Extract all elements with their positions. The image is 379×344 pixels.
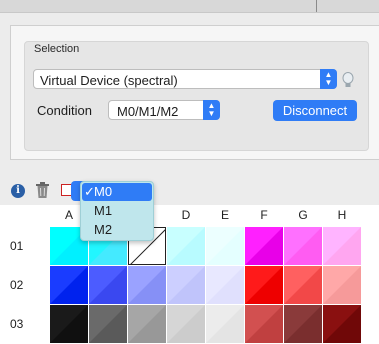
column-header: E <box>220 208 229 222</box>
stepper-icon: ▲ ▼ <box>203 100 220 120</box>
device-select[interactable]: Virtual Device (spectral) ▲ ▼ <box>33 69 337 89</box>
color-patch[interactable] <box>245 227 283 265</box>
color-patch[interactable] <box>284 266 322 304</box>
dropdown-item[interactable]: M2 <box>82 221 152 239</box>
color-patch[interactable] <box>89 305 127 343</box>
dropdown-item-label: M0 <box>94 184 113 199</box>
color-patch[interactable] <box>245 305 283 343</box>
color-patch[interactable] <box>206 305 244 343</box>
column-header: H <box>337 208 347 222</box>
condition-dropdown-menu: ✓ M0 M1 M2 <box>80 181 154 241</box>
dropdown-item[interactable]: ✓ M0 <box>82 183 152 201</box>
color-patch[interactable] <box>206 227 244 265</box>
color-patch[interactable] <box>167 266 205 304</box>
color-patch[interactable] <box>50 305 88 343</box>
row-header: 02 <box>10 278 24 292</box>
color-patch[interactable] <box>128 305 166 343</box>
stepper-icon: ▲ ▼ <box>320 69 337 89</box>
color-patch[interactable] <box>89 266 127 304</box>
column-header: D <box>181 208 191 222</box>
column-header: F <box>260 208 268 222</box>
divider <box>316 0 317 12</box>
dropdown-item[interactable]: M1 <box>82 202 152 220</box>
dropdown-item-label: M1 <box>94 203 113 218</box>
color-patch[interactable] <box>323 305 361 343</box>
bulb-icon[interactable] <box>342 72 354 88</box>
checkmark-icon: ✓ <box>84 184 95 199</box>
color-patch[interactable] <box>323 227 361 265</box>
color-patch[interactable] <box>284 305 322 343</box>
row-header: 03 <box>10 317 24 331</box>
trash-icon[interactable] <box>36 182 49 199</box>
color-patch[interactable] <box>245 266 283 304</box>
info-icon[interactable]: i <box>11 184 25 198</box>
condition-select-value: M0/M1/M2 <box>117 104 179 119</box>
selection-group-box <box>24 41 369 151</box>
disconnect-button[interactable]: Disconnect <box>273 100 357 121</box>
device-select-value: Virtual Device (spectral) <box>40 73 178 88</box>
row-header: 01 <box>10 239 24 253</box>
color-patch[interactable] <box>206 266 244 304</box>
color-patch[interactable] <box>167 227 205 265</box>
color-patch[interactable] <box>323 266 361 304</box>
window-top-strip <box>0 0 379 13</box>
color-patch[interactable] <box>284 227 322 265</box>
condition-select[interactable]: M0/M1/M2 ▲ ▼ <box>108 100 220 120</box>
color-patch[interactable] <box>128 266 166 304</box>
dropdown-item-label: M2 <box>94 222 113 237</box>
column-header: G <box>298 208 308 222</box>
color-patch[interactable] <box>167 305 205 343</box>
color-patch[interactable] <box>50 266 88 304</box>
selection-title: Selection <box>34 43 80 55</box>
condition-label: Condition <box>37 103 92 118</box>
